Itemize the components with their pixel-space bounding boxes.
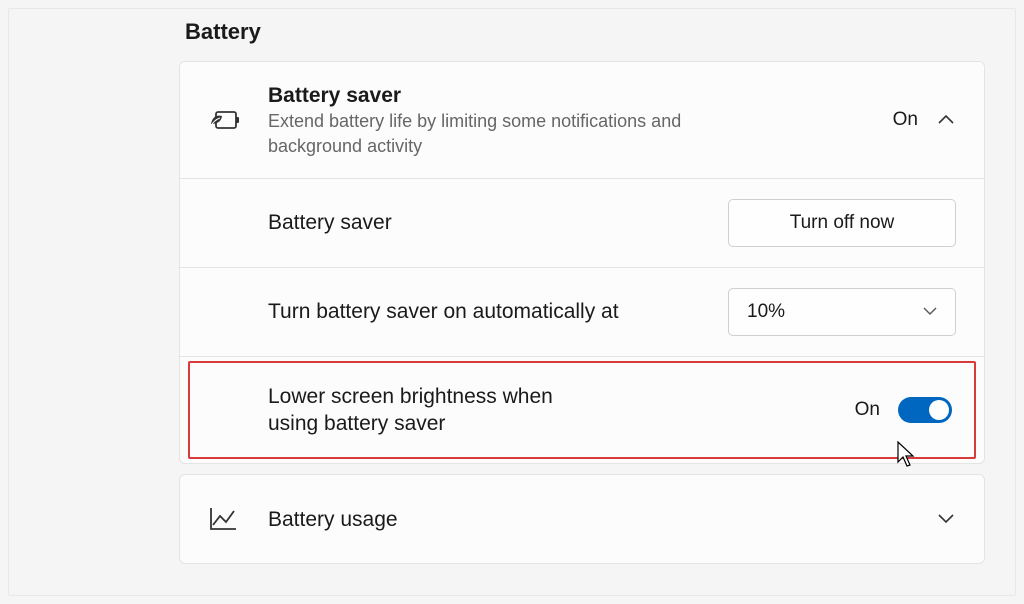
toggle-knob — [929, 400, 949, 420]
battery-saver-status: On — [893, 109, 918, 131]
battery-saver-header[interactable]: Battery saver Extend battery life by lim… — [180, 62, 984, 179]
chevron-up-icon[interactable] — [936, 110, 956, 130]
battery-saver-title: Battery saver — [268, 82, 881, 109]
auto-threshold-label: Turn battery saver on automatically at — [268, 298, 716, 325]
lower-brightness-label: Lower screen brightness when using batte… — [268, 383, 608, 438]
turn-off-now-button[interactable]: Turn off now — [728, 199, 956, 247]
lower-brightness-status: On — [855, 399, 880, 421]
lower-brightness-row: Lower screen brightness when using batte… — [188, 361, 976, 460]
lower-brightness-toggle[interactable] — [898, 397, 952, 423]
section-title: Battery — [185, 19, 985, 45]
battery-saver-row-label: Battery saver — [268, 209, 716, 236]
battery-saver-toggle-row: Battery saver Turn off now — [180, 179, 984, 268]
chevron-down-icon — [923, 307, 937, 316]
graph-icon — [208, 506, 268, 532]
battery-saver-panel: Battery saver Extend battery life by lim… — [179, 61, 985, 464]
auto-threshold-value: 10% — [747, 301, 785, 323]
battery-usage-title: Battery usage — [268, 506, 924, 533]
battery-usage-panel[interactable]: Battery usage — [179, 474, 985, 564]
chevron-down-icon[interactable] — [936, 509, 956, 529]
auto-threshold-row: Turn battery saver on automatically at 1… — [180, 268, 984, 357]
battery-saver-subtitle: Extend battery life by limiting some not… — [268, 109, 738, 158]
battery-leaf-icon — [208, 106, 268, 134]
auto-threshold-select[interactable]: 10% — [728, 288, 956, 336]
